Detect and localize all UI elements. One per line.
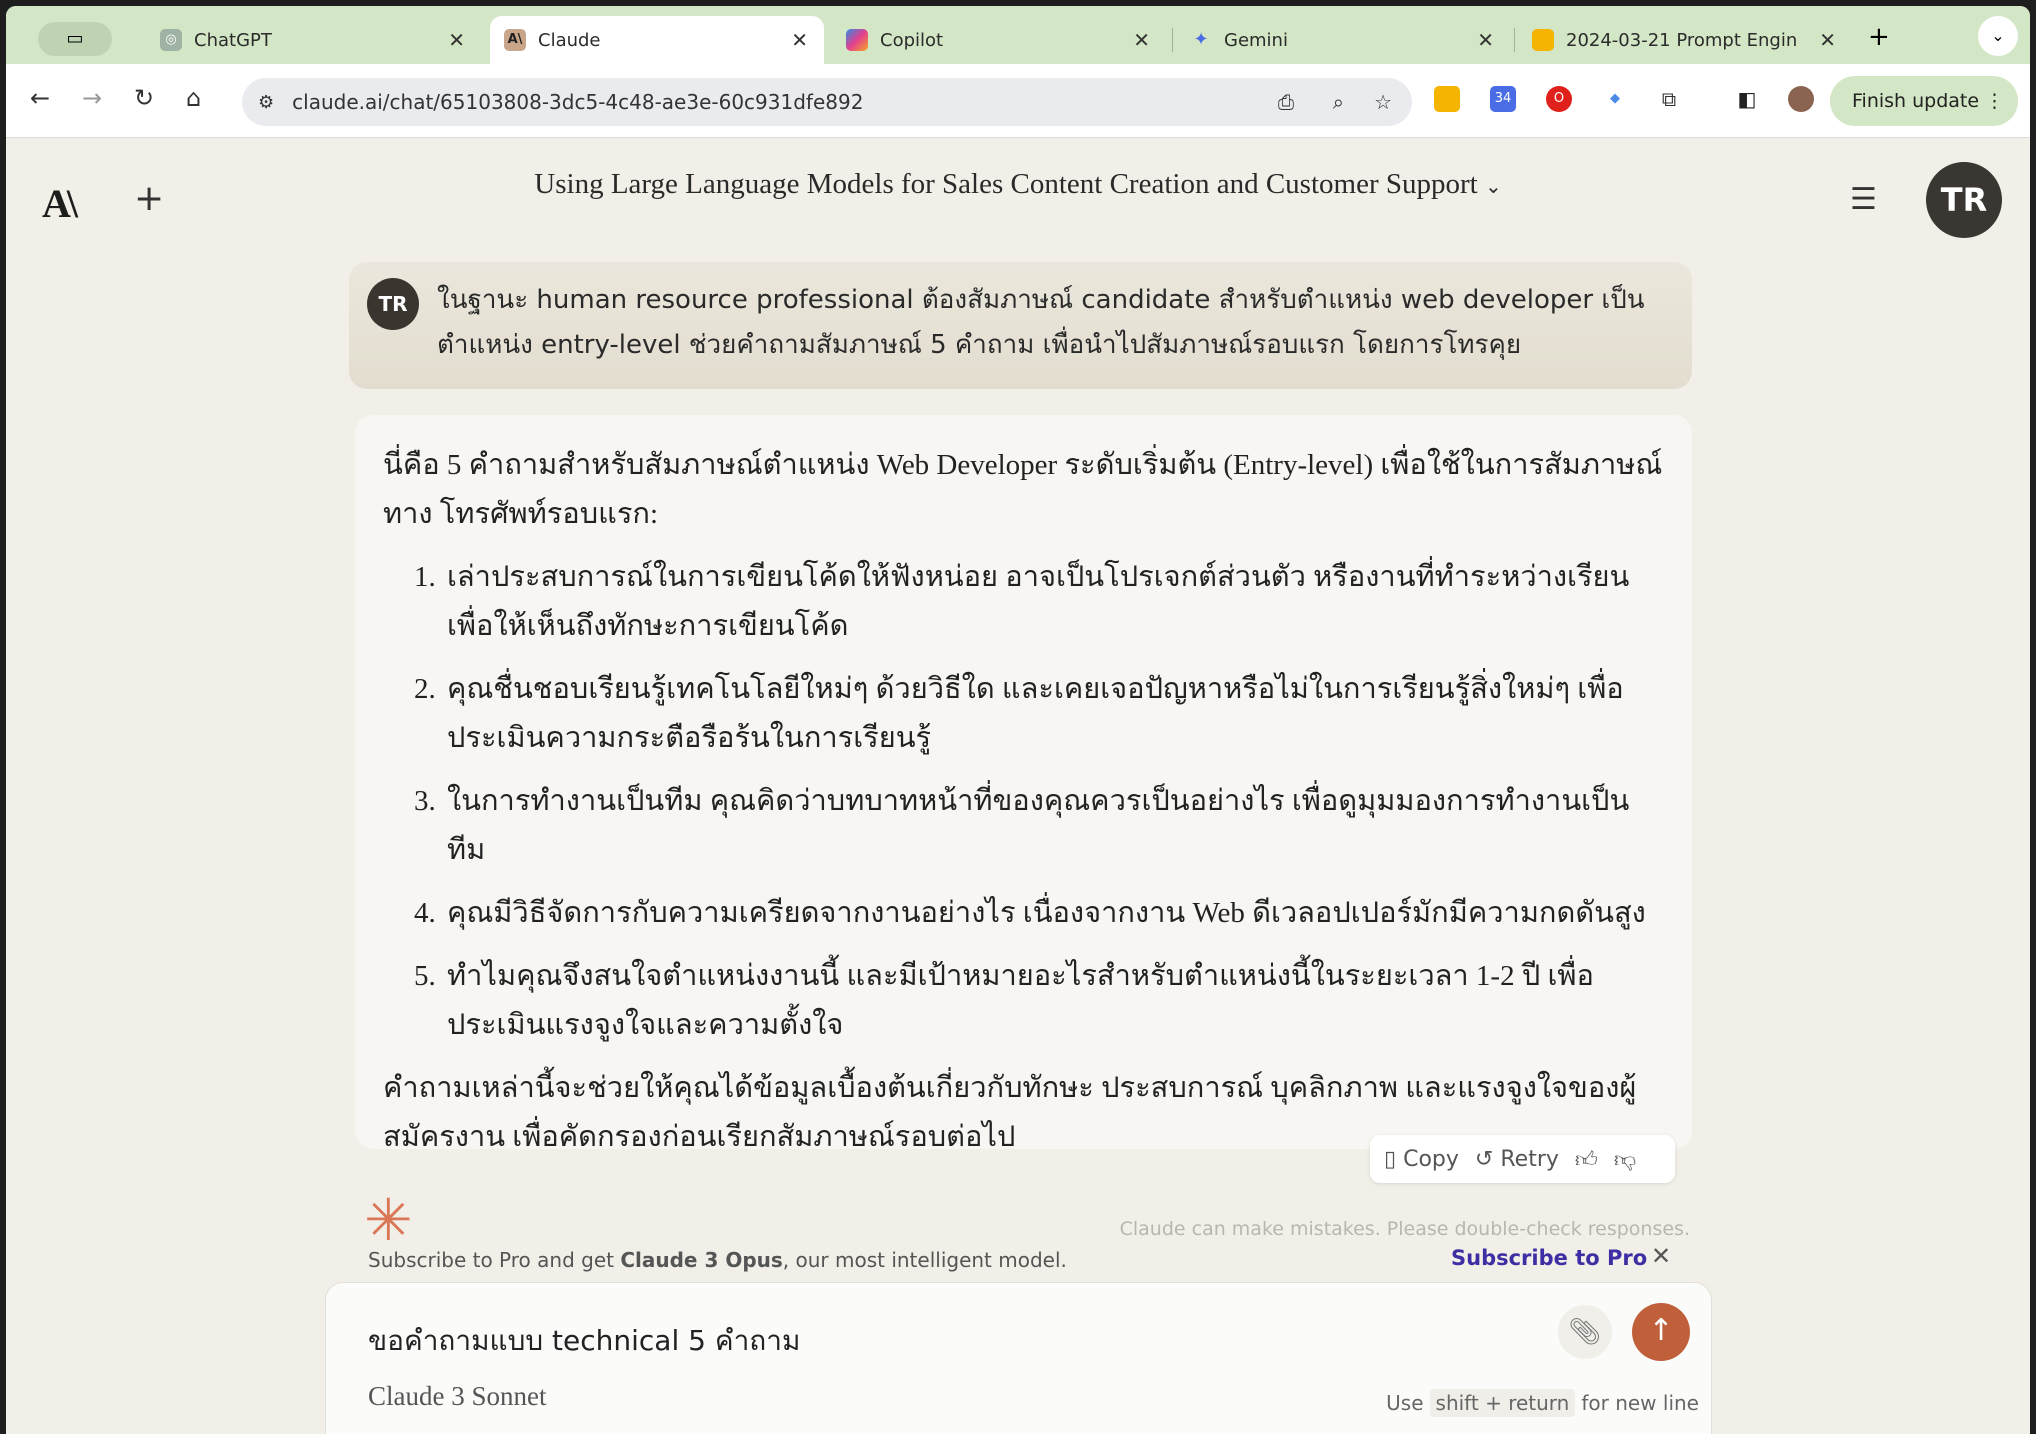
copy-button[interactable]: ▯ Copy: [1384, 1147, 1459, 1172]
tab-claude[interactable]: A\ Claude ✕: [490, 16, 824, 64]
tab-gemini[interactable]: ✦ Gemini ✕: [1176, 16, 1510, 64]
site-settings-icon[interactable]: ⚙: [258, 92, 274, 113]
settings-sliders-icon[interactable]: ☰: [1850, 182, 1877, 217]
tab-label: 2024-03-21 Prompt Engine: [1566, 29, 1796, 51]
tab-list-button[interactable]: ⌄: [1978, 16, 2018, 56]
claude-icon: A\: [504, 29, 526, 51]
list-item: ในการทำงานเป็นทีม คุณคิดว่าบทบาทหน้าที่ข…: [443, 777, 1664, 875]
assistant-message: นี่คือ 5 คำถามสำหรับสัมภาษณ์ตำแหน่ง Web …: [355, 415, 1692, 1153]
clipboard-icon: ▯: [1384, 1146, 1397, 1172]
forward-icon[interactable]: →: [82, 84, 102, 112]
chat-title[interactable]: Using Large Language Models for Sales Co…: [6, 168, 2030, 201]
user-avatar: TR: [367, 278, 419, 330]
newline-hint: Use shift + return for new line: [1386, 1389, 1699, 1417]
profile-avatar[interactable]: [1788, 86, 1814, 112]
claude-spark-icon: ✳: [364, 1186, 413, 1254]
tab-label: Gemini: [1224, 29, 1288, 51]
new-tab-button[interactable]: +: [1868, 22, 1890, 52]
tab-bar: ▭ ◎ ChatGPT ✕ A\ Claude ✕ Copilot ✕ ✦ Gemini ✕ …: [6, 6, 2030, 64]
zoom-icon[interactable]: ⌕: [1333, 90, 1344, 114]
retry-icon: ↺: [1474, 1146, 1494, 1172]
calendar-extension-icon[interactable]: 34: [1490, 86, 1516, 112]
assistant-intro: นี่คือ 5 คำถามสำหรับสัมภาษณ์ตำแหน่ง Web …: [383, 449, 1663, 530]
extensions-puzzle-icon[interactable]: ⧉: [1656, 86, 1682, 112]
chevron-down-icon: ⌄: [1484, 176, 1502, 198]
close-tab-icon[interactable]: ✕: [1819, 28, 1836, 52]
install-icon[interactable]: ⎙: [1278, 90, 1294, 114]
back-icon[interactable]: ←: [30, 84, 50, 112]
close-tab-icon[interactable]: ✕: [791, 28, 808, 52]
send-button[interactable]: ↑: [1632, 1303, 1690, 1361]
close-tab-icon[interactable]: ✕: [448, 28, 465, 52]
finish-update-button[interactable]: Finish update ⋮: [1830, 76, 2018, 126]
tab-slides[interactable]: 2024-03-21 Prompt Engine ✕: [1518, 16, 1852, 64]
user-avatar[interactable]: TR: [1926, 162, 2002, 238]
subscribe-link[interactable]: Subscribe to Pro: [1451, 1246, 1647, 1270]
thumbs-up-icon[interactable]: 👍︎: [1575, 1146, 1598, 1173]
user-message: TR ในฐานะ human resource professional ต้…: [349, 262, 1692, 389]
chatgpt-icon: ◎: [160, 29, 182, 51]
address-bar[interactable]: ⚙ claude.ai/chat/65103808-3dc5-4c48-ae3e…: [242, 78, 1412, 126]
question-list: เล่าประสบการณ์ในการเขียนโค้ดให้ฟังหน่อย …: [443, 553, 1664, 1050]
attach-paperclip-icon[interactable]: 📎︎: [1558, 1305, 1612, 1359]
tab-search-button[interactable]: ▭: [38, 22, 112, 56]
opera-extension-icon[interactable]: O: [1546, 86, 1572, 112]
list-item: คุณชื่นชอบเรียนรู้เทคโนโลยีใหม่ๆ ด้วยวิธ…: [443, 665, 1664, 763]
extension-icon[interactable]: ◆: [1602, 86, 1628, 112]
reload-icon[interactable]: ↻: [134, 84, 154, 112]
close-tab-icon[interactable]: ✕: [1133, 28, 1150, 52]
menu-dots-icon[interactable]: ⋮: [1985, 90, 2004, 112]
thumbs-down-icon[interactable]: 👎︎: [1614, 1146, 1636, 1173]
disclaimer: Claude can make mistakes. Please double-…: [1119, 1218, 1690, 1240]
toolbar: ← → ↻ ⌂ ⚙ claude.ai/chat/65103808-3dc5-4…: [6, 64, 2030, 138]
message-actions: ▯ Copy ↺ Retry 👍︎ 👎︎: [1370, 1135, 1675, 1183]
tab-chatgpt[interactable]: ◎ ChatGPT ✕: [146, 16, 481, 64]
home-icon[interactable]: ⌂: [186, 84, 201, 112]
url-text: claude.ai/chat/65103808-3dc5-4c48-ae3e-6…: [292, 90, 864, 114]
tab-separator: [1172, 28, 1173, 52]
tab-label: ChatGPT: [194, 29, 272, 51]
composer: ขอคำถามแบบ technical 5 คำถาม Claude 3 So…: [325, 1282, 1712, 1434]
list-item: คุณมีวิธีจัดการกับความเครียดจากงานอย่างไ…: [443, 889, 1664, 938]
arrow-up-icon: ↑: [1648, 1313, 1674, 1348]
retry-button[interactable]: ↺ Retry: [1475, 1147, 1559, 1172]
tab-copilot[interactable]: Copilot ✕: [832, 16, 1166, 64]
copilot-icon: [846, 29, 868, 51]
chat-page: A\ + Using Large Language Models for Sal…: [6, 138, 2030, 1434]
browser-window: ▭ ◎ ChatGPT ✕ A\ Claude ✕ Copilot ✕ ✦ Gemini ✕ …: [6, 6, 2030, 1434]
side-panel-icon[interactable]: ◧: [1734, 86, 1760, 112]
tab-separator: [1514, 28, 1515, 52]
user-message-text: ในฐานะ human resource professional ต้องส…: [437, 285, 1645, 360]
message-input[interactable]: ขอคำถามแบบ technical 5 คำถาม: [368, 1319, 800, 1363]
model-selector[interactable]: Claude 3 Sonnet: [368, 1381, 546, 1412]
bookmark-star-icon[interactable]: ☆: [1374, 90, 1392, 114]
list-item: ทำไมคุณจึงสนใจตำแหน่งงานนี้ และมีเป้าหมา…: [443, 952, 1664, 1050]
list-item: เล่าประสบการณ์ในการเขียนโค้ดให้ฟังหน่อย …: [443, 553, 1664, 651]
slides-icon: [1532, 29, 1554, 51]
close-tab-icon[interactable]: ✕: [1477, 28, 1494, 52]
tab-label: Copilot: [880, 29, 944, 51]
extension-icon[interactable]: [1434, 86, 1460, 112]
close-promo-icon[interactable]: ✕: [1651, 1242, 1671, 1270]
tab-label: Claude: [538, 29, 601, 51]
pro-promo: Subscribe to Pro and get Claude 3 Opus, …: [368, 1248, 1067, 1272]
gemini-icon: ✦: [1193, 29, 1209, 50]
